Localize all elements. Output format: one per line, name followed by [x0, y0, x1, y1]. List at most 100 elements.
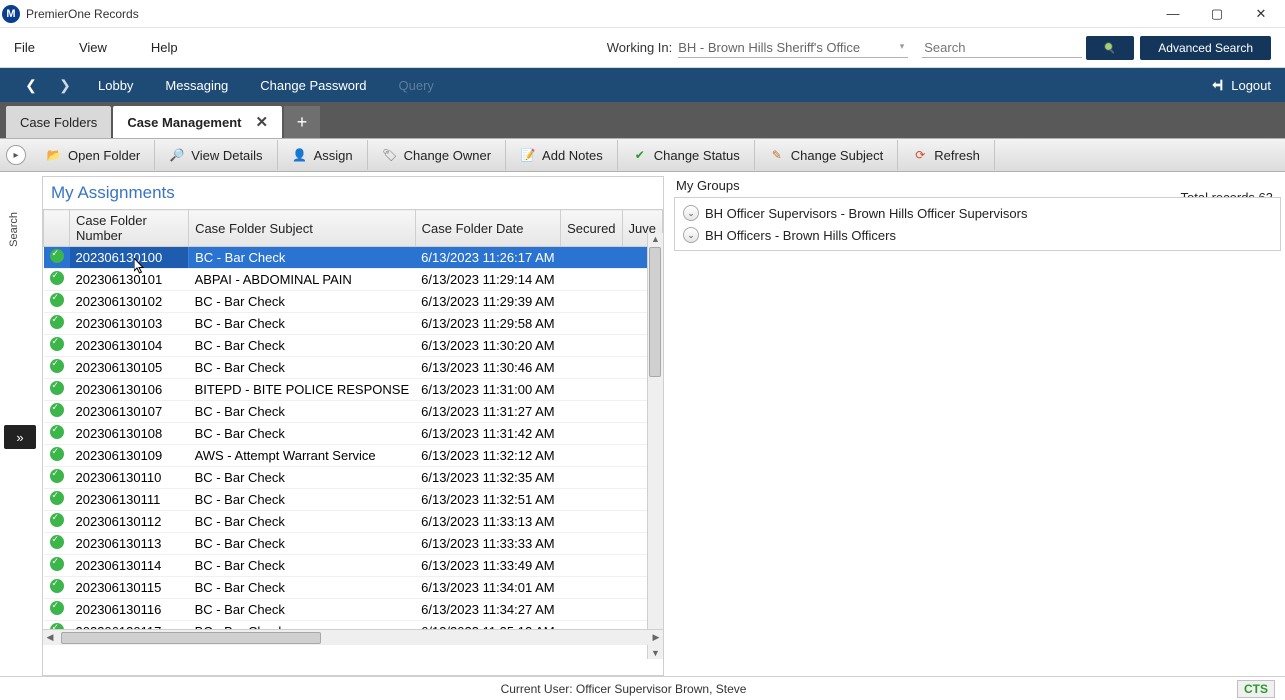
- assign-button[interactable]: 👤Assign: [278, 140, 368, 170]
- status-ok-icon: [50, 469, 64, 483]
- scroll-up-icon[interactable]: ▲: [651, 234, 660, 244]
- chevron-down-icon[interactable]: ⌄: [683, 205, 699, 221]
- scroll-right-icon[interactable]: ▶: [649, 632, 663, 643]
- tab-close-icon[interactable]: ✕: [255, 113, 268, 131]
- table-horizontal-scrollbar[interactable]: ◀ ▶: [43, 629, 663, 645]
- search-input[interactable]: [922, 38, 1082, 58]
- table-row[interactable]: 202306130115BC - Bar Check6/13/2023 11:3…: [44, 577, 663, 599]
- group-row[interactable]: ⌄ BH Officers - Brown Hills Officers: [683, 224, 1272, 246]
- open-folder-button[interactable]: 📂Open Folder: [32, 140, 155, 170]
- cell-subject: BC - Bar Check: [189, 621, 416, 630]
- column-secured[interactable]: Secured: [561, 210, 622, 247]
- logout-button[interactable]: Logout: [1209, 77, 1271, 93]
- titlebar: M PremierOne Records — ▢ ✕: [0, 0, 1285, 28]
- toolbar-label: Open Folder: [68, 148, 140, 163]
- tab-case-folders[interactable]: Case Folders: [6, 106, 111, 138]
- cell-secured: [561, 269, 622, 291]
- nav-forward-icon[interactable]: ❯: [48, 77, 82, 94]
- column-status[interactable]: [44, 210, 70, 247]
- cell-number: 202306130111: [70, 489, 189, 511]
- menu-view[interactable]: View: [79, 40, 107, 55]
- tab-case-management[interactable]: Case Management ✕: [113, 106, 282, 138]
- scroll-thumb[interactable]: [61, 632, 321, 644]
- scroll-down-icon[interactable]: ▼: [651, 648, 660, 658]
- cell-date: 6/13/2023 11:30:46 AM: [415, 357, 560, 379]
- maximize-button[interactable]: ▢: [1195, 0, 1239, 28]
- tab-label: Case Folders: [20, 115, 97, 130]
- column-date[interactable]: Case Folder Date: [415, 210, 560, 247]
- cell-date: 6/13/2023 11:32:12 AM: [415, 445, 560, 467]
- table-row[interactable]: 202306130114BC - Bar Check6/13/2023 11:3…: [44, 555, 663, 577]
- change-subject-button[interactable]: ✎Change Subject: [755, 140, 899, 170]
- cell-date: 6/13/2023 11:32:35 AM: [415, 467, 560, 489]
- table-row[interactable]: 202306130117BC - Bar Check6/13/2023 11:3…: [44, 621, 663, 630]
- cell-number: 202306130113: [70, 533, 189, 555]
- table-row[interactable]: 202306130116BC - Bar Check6/13/2023 11:3…: [44, 599, 663, 621]
- column-subject[interactable]: Case Folder Subject: [189, 210, 416, 247]
- groups-panel: My Groups ⌄ BH Officer Supervisors - Bro…: [674, 176, 1281, 676]
- nav-back-icon[interactable]: ❮: [14, 77, 48, 94]
- view-details-button[interactable]: 🔎View Details: [155, 140, 277, 170]
- add-tab-button[interactable]: +: [284, 106, 320, 138]
- change-status-button[interactable]: ✔Change Status: [618, 140, 755, 170]
- cell-number: 202306130101: [70, 269, 189, 291]
- cell-secured: [561, 511, 622, 533]
- table-row[interactable]: 202306130110BC - Bar Check6/13/2023 11:3…: [44, 467, 663, 489]
- status-ok-icon: [50, 535, 64, 549]
- assignments-table[interactable]: Case Folder Number Case Folder Subject C…: [43, 209, 663, 629]
- group-label: BH Officer Supervisors - Brown Hills Off…: [705, 206, 1027, 221]
- table-row[interactable]: 202306130109AWS - Attempt Warrant Servic…: [44, 445, 663, 467]
- table-row[interactable]: 202306130107BC - Bar Check6/13/2023 11:3…: [44, 401, 663, 423]
- cell-date: 6/13/2023 11:30:20 AM: [415, 335, 560, 357]
- panel-expand-icon[interactable]: ▸: [6, 145, 26, 165]
- menu-file[interactable]: File: [14, 40, 35, 55]
- table-row[interactable]: 202306130103BC - Bar Check6/13/2023 11:2…: [44, 313, 663, 335]
- refresh-button[interactable]: ⟳Refresh: [898, 140, 995, 170]
- group-row[interactable]: ⌄ BH Officer Supervisors - Brown Hills O…: [683, 202, 1272, 224]
- group-label: BH Officers - Brown Hills Officers: [705, 228, 896, 243]
- add-notes-button[interactable]: 📝Add Notes: [506, 140, 618, 170]
- cell-subject: BC - Bar Check: [189, 599, 416, 621]
- status-ok-icon: [50, 491, 64, 505]
- office-select[interactable]: BH - Brown Hills Sheriff's Office: [678, 38, 908, 58]
- toolbar-label: Change Status: [654, 148, 740, 163]
- change-owner-button[interactable]: 🏷Change Owner: [368, 140, 506, 170]
- cell-subject: BC - Bar Check: [189, 357, 416, 379]
- menu-help[interactable]: Help: [151, 40, 178, 55]
- table-row[interactable]: 202306130108BC - Bar Check6/13/2023 11:3…: [44, 423, 663, 445]
- cell-subject: BC - Bar Check: [189, 291, 416, 313]
- table-row[interactable]: 202306130104BC - Bar Check6/13/2023 11:3…: [44, 335, 663, 357]
- status-ok-icon: [50, 271, 64, 285]
- table-row[interactable]: 202306130106BITEPD - BITE POLICE RESPONS…: [44, 379, 663, 401]
- cell-date: 6/13/2023 11:34:27 AM: [415, 599, 560, 621]
- cell-secured: [561, 555, 622, 577]
- table-row[interactable]: 202306130113BC - Bar Check6/13/2023 11:3…: [44, 533, 663, 555]
- nav-lobby[interactable]: Lobby: [98, 78, 133, 93]
- column-number[interactable]: Case Folder Number: [70, 210, 189, 247]
- chevron-down-icon[interactable]: ⌄: [683, 227, 699, 243]
- table-row[interactable]: 202306130102BC - Bar Check6/13/2023 11:2…: [44, 291, 663, 313]
- table-row[interactable]: 202306130112BC - Bar Check6/13/2023 11:3…: [44, 511, 663, 533]
- table-row[interactable]: 202306130101ABPAI - ABDOMINAL PAIN6/13/2…: [44, 269, 663, 291]
- nav-change-password[interactable]: Change Password: [260, 78, 366, 93]
- side-expand-button[interactable]: »: [4, 425, 36, 449]
- minimize-button[interactable]: —: [1151, 0, 1195, 28]
- nav-query: Query: [399, 78, 434, 93]
- cell-number: 202306130100: [70, 247, 189, 269]
- table-row[interactable]: 202306130111BC - Bar Check6/13/2023 11:3…: [44, 489, 663, 511]
- close-window-button[interactable]: ✕: [1239, 0, 1283, 28]
- table-row[interactable]: 202306130100BC - Bar Check6/13/2023 11:2…: [44, 247, 663, 269]
- cell-secured: [561, 401, 622, 423]
- search-button[interactable]: [1086, 36, 1134, 60]
- table-row[interactable]: 202306130105BC - Bar Check6/13/2023 11:3…: [44, 357, 663, 379]
- advanced-search-button[interactable]: Advanced Search: [1140, 36, 1271, 60]
- current-user-label: Current User: Officer Supervisor Brown, …: [501, 682, 747, 696]
- cell-secured: [561, 577, 622, 599]
- scroll-thumb[interactable]: [649, 247, 661, 377]
- cell-date: 6/13/2023 11:31:42 AM: [415, 423, 560, 445]
- table-vertical-scrollbar[interactable]: ▲ ▼: [647, 233, 663, 659]
- cell-subject: BC - Bar Check: [189, 335, 416, 357]
- nav-messaging[interactable]: Messaging: [165, 78, 228, 93]
- subject-icon: ✎: [769, 147, 785, 163]
- scroll-left-icon[interactable]: ◀: [43, 632, 57, 643]
